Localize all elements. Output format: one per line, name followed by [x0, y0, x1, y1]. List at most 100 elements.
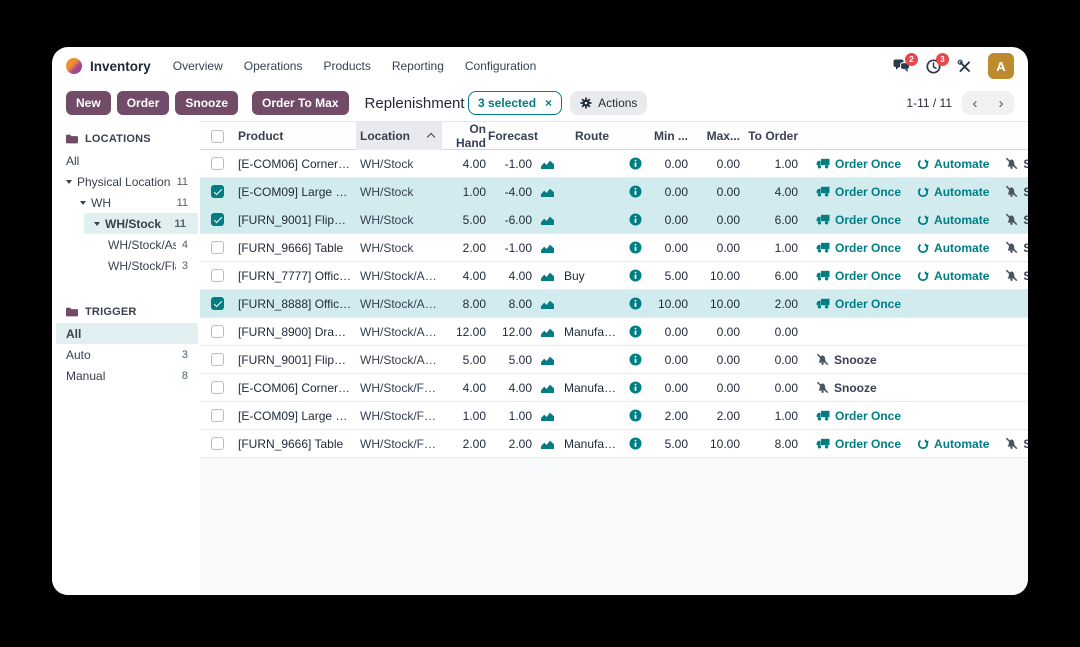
sidebar-item-wh-stock-asse[interactable]: WH/Stock/Asse...4 — [52, 234, 200, 255]
table-row[interactable]: [E-COM06] Corner Desk ...WH/Stock4.00-1.… — [200, 150, 1028, 178]
info-icon[interactable] — [629, 297, 642, 310]
info-icon[interactable] — [629, 409, 642, 422]
info-icon[interactable] — [629, 213, 642, 226]
row-checkbox[interactable] — [211, 381, 224, 394]
snooze-button[interactable]: Snooze — [1005, 157, 1028, 171]
row-checkbox[interactable] — [211, 269, 224, 282]
menu-configuration[interactable]: Configuration — [465, 59, 536, 73]
forecast-chart-icon[interactable] — [540, 186, 555, 198]
row-checkbox[interactable] — [211, 325, 224, 338]
messages-icon[interactable]: 2 — [893, 59, 910, 73]
forecast-chart-icon[interactable] — [540, 158, 555, 170]
order-once-button[interactable]: Order Once — [816, 297, 901, 311]
forecast-chart-icon[interactable] — [540, 242, 555, 254]
forecast-chart-icon[interactable] — [540, 410, 555, 422]
sidebar-item-wh-stock-flat-p[interactable]: WH/Stock/Flat P...3 — [52, 255, 200, 276]
info-icon[interactable] — [629, 185, 642, 198]
automate-button[interactable]: Automate — [917, 241, 989, 255]
pager-prev-button[interactable]: ‹ — [962, 91, 988, 115]
info-icon[interactable] — [629, 241, 642, 254]
row-checkbox[interactable] — [211, 409, 224, 422]
order-once-button[interactable]: Order Once — [816, 241, 901, 255]
order-once-button[interactable]: Order Once — [816, 269, 901, 283]
menu-products[interactable]: Products — [323, 59, 370, 73]
row-checkbox[interactable] — [211, 353, 224, 366]
row-checkbox[interactable] — [211, 213, 224, 226]
info-icon[interactable] — [629, 325, 642, 338]
snooze-button[interactable]: Snooze — [1005, 241, 1028, 255]
sidebar-item-all[interactable]: All — [52, 150, 200, 171]
row-checkbox[interactable] — [211, 157, 224, 170]
activities-clock-icon[interactable]: 3 — [926, 59, 941, 74]
row-checkbox[interactable] — [211, 297, 224, 310]
order-button[interactable]: Order — [117, 91, 170, 115]
menu-overview[interactable]: Overview — [173, 59, 223, 73]
automate-button[interactable]: Automate — [917, 437, 989, 451]
order-once-button[interactable]: Order Once — [816, 213, 901, 227]
snooze-button[interactable]: Snooze — [1005, 185, 1028, 199]
forecast-chart-icon[interactable] — [540, 382, 555, 394]
table-row[interactable]: [E-COM09] Large DeskWH/Stock1.00-4.000.0… — [200, 178, 1028, 206]
order-to-max-button[interactable]: Order To Max — [252, 91, 348, 115]
snooze-button[interactable]: Snooze — [816, 381, 877, 395]
sidebar-item-physical-locations[interactable]: Physical Locations11 — [52, 171, 200, 192]
sidebar-item-manual[interactable]: Manual8 — [52, 365, 200, 386]
col-max[interactable]: Max... — [690, 129, 742, 143]
snooze-button[interactable]: Snooze — [1005, 213, 1028, 227]
user-avatar[interactable]: A — [988, 53, 1014, 79]
snooze-button[interactable]: Snooze — [816, 353, 877, 367]
automate-button[interactable]: Automate — [917, 213, 989, 227]
info-icon[interactable] — [629, 353, 642, 366]
forecast-chart-icon[interactable] — [540, 438, 555, 450]
table-row[interactable]: [E-COM09] Large DeskWH/Stock/Flat P...1.… — [200, 402, 1028, 430]
col-forecast[interactable]: Forecast — [488, 129, 534, 143]
sidebar-item-all[interactable]: All — [56, 323, 198, 344]
clear-selection-icon[interactable]: × — [545, 97, 552, 109]
app-brand[interactable]: Inventory — [66, 58, 151, 74]
forecast-chart-icon[interactable] — [540, 270, 555, 282]
automate-button[interactable]: Automate — [917, 269, 989, 283]
snooze-button[interactable]: Snooze — [1005, 437, 1028, 451]
forecast-chart-icon[interactable] — [540, 298, 555, 310]
tree-expand-caret-icon[interactable] — [66, 180, 72, 184]
col-location[interactable]: Location — [356, 122, 442, 150]
info-icon[interactable] — [629, 437, 642, 450]
forecast-chart-icon[interactable] — [540, 326, 555, 338]
table-row[interactable]: [FURN_7777] Office ChairWH/Stock/Asse...… — [200, 262, 1028, 290]
table-row[interactable]: [FURN_9666] TableWH/Stock/Flat P...2.002… — [200, 430, 1028, 458]
debug-tools-icon[interactable] — [957, 59, 972, 74]
col-product[interactable]: Product — [234, 129, 356, 143]
sidebar-item-wh-stock[interactable]: WH/Stock11 — [84, 213, 198, 234]
automate-button[interactable]: Automate — [917, 185, 989, 199]
table-row[interactable]: [FURN_9001] FlipoverWH/Stock5.00-6.000.0… — [200, 206, 1028, 234]
col-route[interactable]: Route — [560, 129, 624, 143]
col-on-hand[interactable]: On Hand — [442, 122, 488, 150]
forecast-chart-icon[interactable] — [540, 214, 555, 226]
row-checkbox[interactable] — [211, 185, 224, 198]
info-icon[interactable] — [629, 157, 642, 170]
pager-next-button[interactable]: › — [988, 91, 1014, 115]
snooze-button[interactable]: Snooze — [175, 91, 238, 115]
snooze-button[interactable]: Snooze — [1005, 269, 1028, 283]
col-min[interactable]: Min ... — [646, 129, 690, 143]
table-row[interactable]: [FURN_8900] Drawer BlackWH/Stock/Asse...… — [200, 318, 1028, 346]
table-row[interactable]: [FURN_9001] FlipoverWH/Stock/Asse...5.00… — [200, 346, 1028, 374]
order-once-button[interactable]: Order Once — [816, 437, 901, 451]
info-icon[interactable] — [629, 381, 642, 394]
col-to-order[interactable]: To Order — [742, 129, 800, 143]
order-once-button[interactable]: Order Once — [816, 409, 901, 423]
sidebar-item-wh[interactable]: WH11 — [52, 192, 200, 213]
order-once-button[interactable]: Order Once — [816, 157, 901, 171]
sidebar-item-auto[interactable]: Auto3 — [52, 344, 200, 365]
select-all-checkbox[interactable] — [211, 130, 224, 143]
row-checkbox[interactable] — [211, 437, 224, 450]
table-row[interactable]: [FURN_9666] TableWH/Stock2.00-1.000.000.… — [200, 234, 1028, 262]
row-checkbox[interactable] — [211, 241, 224, 254]
actions-button[interactable]: Actions — [570, 91, 647, 115]
info-icon[interactable] — [629, 269, 642, 282]
new-button[interactable]: New — [66, 91, 111, 115]
menu-reporting[interactable]: Reporting — [392, 59, 444, 73]
automate-button[interactable]: Automate — [917, 157, 989, 171]
menu-operations[interactable]: Operations — [244, 59, 303, 73]
order-once-button[interactable]: Order Once — [816, 185, 901, 199]
